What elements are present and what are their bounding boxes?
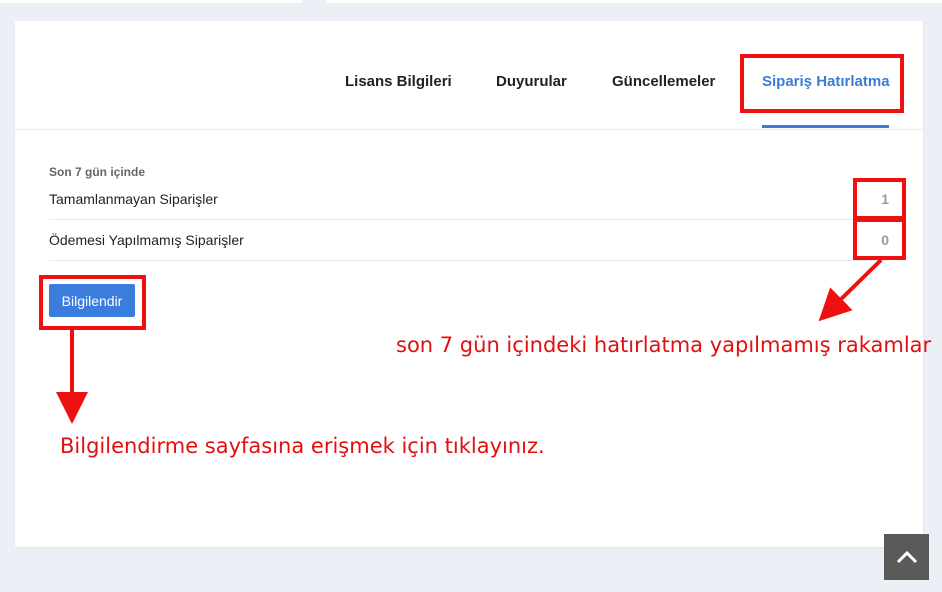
scroll-to-top-button[interactable] xyxy=(884,534,929,580)
active-tab-indicator xyxy=(762,125,889,128)
row-label: Tamamlanmayan Siparişler xyxy=(49,191,218,207)
highlight-box-count-1 xyxy=(853,178,906,220)
annotation-button-note: Bilgilendirme sayfasına erişmek için tık… xyxy=(60,434,545,458)
period-label: Son 7 gün içinde xyxy=(49,165,146,179)
top-strip-left xyxy=(0,0,302,3)
highlight-box-button xyxy=(39,275,146,330)
top-strip-right xyxy=(327,0,942,3)
tab-updates[interactable]: Güncellemeler xyxy=(612,73,715,90)
highlight-box-tab xyxy=(740,54,904,113)
chevron-up-icon xyxy=(896,550,917,564)
annotation-numbers-note: son 7 gün içindeki hatırlatma yapılmamış… xyxy=(396,333,932,357)
summary-row-unpaid-orders: Ödemesi Yapılmamış Siparişler 0 xyxy=(49,220,889,261)
highlight-box-count-2 xyxy=(853,218,906,260)
summary-row-incomplete-orders: Tamamlanmayan Siparişler 1 xyxy=(49,179,889,220)
tab-license-info[interactable]: Lisans Bilgileri xyxy=(345,73,452,90)
tab-announcements[interactable]: Duyurular xyxy=(496,73,567,90)
row-label: Ödemesi Yapılmamış Siparişler xyxy=(49,232,244,248)
